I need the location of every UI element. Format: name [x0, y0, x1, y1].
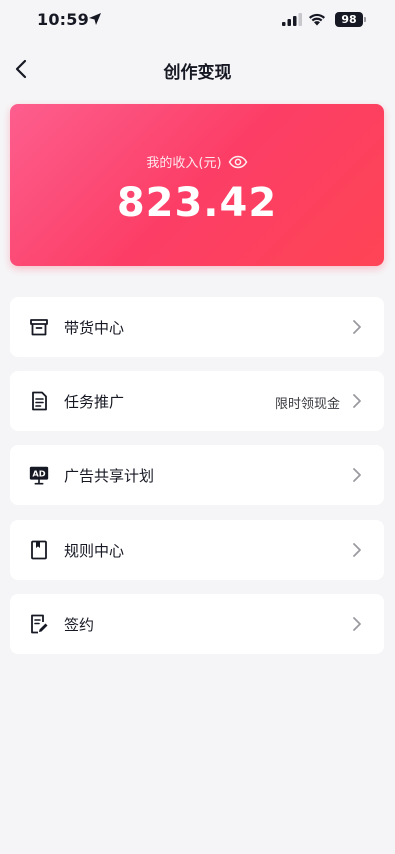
- menu-label: 任务推广: [64, 393, 125, 411]
- chevron-right-icon: [353, 543, 361, 557]
- battery-cap-icon: [364, 17, 366, 22]
- menu-item-ad-share-plan[interactable]: AD 广告共享计划: [10, 445, 384, 505]
- svg-text:AD: AD: [32, 469, 45, 479]
- menu-label: 规则中心: [64, 542, 125, 560]
- battery-indicator: 98: [335, 12, 363, 27]
- income-label-row: 我的收入(元): [10, 152, 384, 171]
- chevron-right-icon: [353, 617, 361, 631]
- page-title: 创作变现: [163, 63, 232, 83]
- menu-item-product-center[interactable]: 带货中心: [10, 297, 384, 357]
- income-card[interactable]: 我的收入(元) 823.42: [10, 104, 384, 266]
- income-amount: 823.42: [116, 180, 278, 226]
- status-time: 10:59: [37, 10, 89, 29]
- menu-label: 带货中心: [64, 319, 125, 337]
- menu-item-sign-contract[interactable]: 签约: [10, 594, 384, 654]
- chevron-right-icon: [353, 320, 361, 334]
- ad-monitor-icon: AD: [28, 464, 50, 486]
- menu-item-task-promotion[interactable]: 任务推广 限时领现金: [10, 371, 384, 431]
- menu-item-rules-center[interactable]: 规则中心: [10, 520, 384, 580]
- menu-hint-cash-reward: 限时领现金: [274, 397, 340, 412]
- document-icon: [28, 390, 50, 412]
- bookmark-book-icon: [28, 539, 50, 561]
- status-bar: 10:59 98: [0, 0, 395, 44]
- chevron-right-icon: [353, 468, 361, 482]
- wifi-icon: [309, 13, 325, 26]
- menu-label: 广告共享计划: [64, 467, 155, 485]
- battery-level: 98: [341, 13, 357, 26]
- income-label: 我的收入(元): [146, 156, 222, 171]
- chevron-right-icon: [353, 394, 361, 408]
- eye-icon[interactable]: [228, 155, 248, 169]
- store-box-icon: [28, 316, 50, 338]
- navigation-bar: 创作变现: [0, 44, 395, 94]
- menu-label: 签约: [64, 616, 95, 634]
- cellular-signal-icon: [282, 13, 302, 26]
- location-arrow-icon: [89, 13, 101, 25]
- sign-pen-icon: [28, 613, 50, 635]
